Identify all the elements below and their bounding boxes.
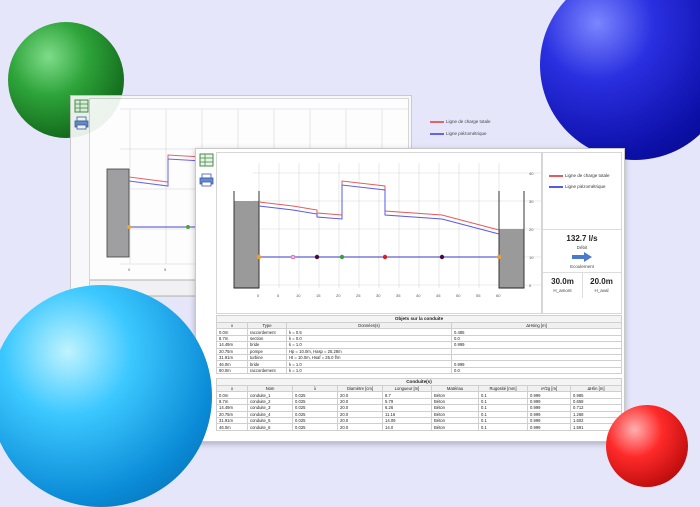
table-cell: Béton bbox=[431, 423, 479, 431]
results-side-panel: Ligne de charge totale Ligne piézométriq… bbox=[542, 152, 622, 314]
h-aval-label: H_aval bbox=[594, 288, 609, 293]
red-sphere bbox=[606, 405, 688, 487]
pipe-node bbox=[439, 254, 445, 260]
table-row: 60.0m raccordement k = 1.0 0.0 bbox=[216, 366, 622, 375]
x-tick: 10 bbox=[296, 293, 301, 298]
y-tick: 10 bbox=[529, 255, 534, 260]
printer-icon[interactable] bbox=[74, 116, 89, 130]
back-x-tick: 5 bbox=[164, 267, 167, 272]
flow-label: Débit bbox=[576, 245, 588, 250]
x-tick: 15 bbox=[316, 293, 321, 298]
table-cell: 0.0 bbox=[451, 366, 622, 375]
x-tick: 30 bbox=[376, 293, 381, 298]
table-cell: conduite_6 bbox=[247, 423, 293, 431]
y-tick: 40 bbox=[529, 171, 534, 176]
flow-arrow-icon bbox=[572, 252, 592, 262]
back-legend-piezo: Ligne piézométrique bbox=[446, 131, 487, 136]
table-cell: raccordement bbox=[247, 366, 287, 375]
turbine-node bbox=[382, 254, 388, 260]
flow-direction-label: Ecoulement bbox=[570, 264, 594, 269]
reservoir-downstream bbox=[499, 229, 524, 288]
y-tick: 20 bbox=[529, 227, 534, 232]
legend-piezo: Ligne piézométrique bbox=[565, 184, 606, 189]
cyan-sphere bbox=[0, 285, 212, 507]
table-cell: k = 1.0 bbox=[286, 366, 452, 375]
table-cell: 14.0 bbox=[382, 423, 432, 431]
table-cell: 20.0 bbox=[337, 423, 383, 431]
main-window: 0 5 10 15 20 25 30 35 40 45 50 55 60 40 … bbox=[195, 148, 625, 442]
pipe-node bbox=[290, 254, 296, 260]
flow-value: 132.7 l/s bbox=[566, 234, 598, 243]
back-reservoir-upstream bbox=[106, 168, 130, 258]
table-cell: 60.0m bbox=[216, 366, 248, 375]
spreadsheet-icon[interactable] bbox=[199, 153, 214, 167]
x-tick: 0 bbox=[257, 293, 260, 298]
legend-charge: Ligne de charge totale bbox=[565, 173, 610, 178]
back-legend-swatch-piezo bbox=[430, 133, 444, 135]
panel-divider bbox=[543, 229, 621, 230]
spreadsheet-icon[interactable] bbox=[74, 99, 89, 113]
legend-swatch-charge bbox=[549, 175, 563, 177]
h-aval-value: 20.0m bbox=[590, 277, 613, 286]
pipe-node bbox=[496, 254, 502, 260]
x-tick: 5 bbox=[277, 293, 280, 298]
x-tick: 60 bbox=[496, 293, 501, 298]
y-tick: 30 bbox=[529, 199, 534, 204]
x-tick: 45 bbox=[436, 293, 441, 298]
back-legend-swatch-charge bbox=[430, 121, 444, 123]
objects-table: x Type Données(s) ΔHsing [m] 0.0m raccor… bbox=[216, 321, 622, 375]
chart-grid bbox=[253, 163, 541, 288]
x-tick: 25 bbox=[356, 293, 361, 298]
h-amont-value: 30.0m bbox=[551, 277, 574, 286]
table-cell: 0.1 bbox=[478, 423, 528, 431]
y-tick: 0 bbox=[529, 283, 532, 288]
back-x-tick: 0 bbox=[128, 267, 131, 272]
table-cell: 46.0m bbox=[216, 423, 248, 431]
blue-sphere bbox=[540, 0, 700, 160]
profile-chart-svg: 0 5 10 15 20 25 30 35 40 45 50 55 60 40 … bbox=[233, 163, 541, 298]
table-row: 46.0m conduite_6 0.025 20.0 14.0 Béton 0… bbox=[216, 423, 622, 431]
back-node bbox=[127, 225, 131, 229]
x-tick: 40 bbox=[416, 293, 421, 298]
reservoir-upstream bbox=[234, 201, 259, 288]
x-tick: 55 bbox=[476, 293, 481, 298]
legend-swatch-piezo bbox=[549, 186, 563, 188]
x-tick: 20 bbox=[336, 293, 341, 298]
pipe-node bbox=[256, 254, 262, 260]
printer-icon[interactable] bbox=[199, 173, 214, 187]
pipe-node bbox=[314, 254, 320, 260]
x-tick: 35 bbox=[396, 293, 401, 298]
back-legend-charge: Ligne de charge totale bbox=[446, 119, 491, 124]
conduits-table: x Nom λ Diamètre [cm] Longueur [m] Matér… bbox=[216, 384, 622, 431]
pump-node bbox=[339, 254, 345, 260]
back-node bbox=[186, 225, 190, 229]
hydraulic-profile-chart: 0 5 10 15 20 25 30 35 40 45 50 55 60 40 … bbox=[216, 152, 542, 314]
x-tick: 50 bbox=[456, 293, 461, 298]
table-cell: 0.999 bbox=[527, 423, 571, 431]
table-cell: 0.025 bbox=[292, 423, 338, 431]
h-amont-label: H_amont bbox=[553, 288, 572, 293]
